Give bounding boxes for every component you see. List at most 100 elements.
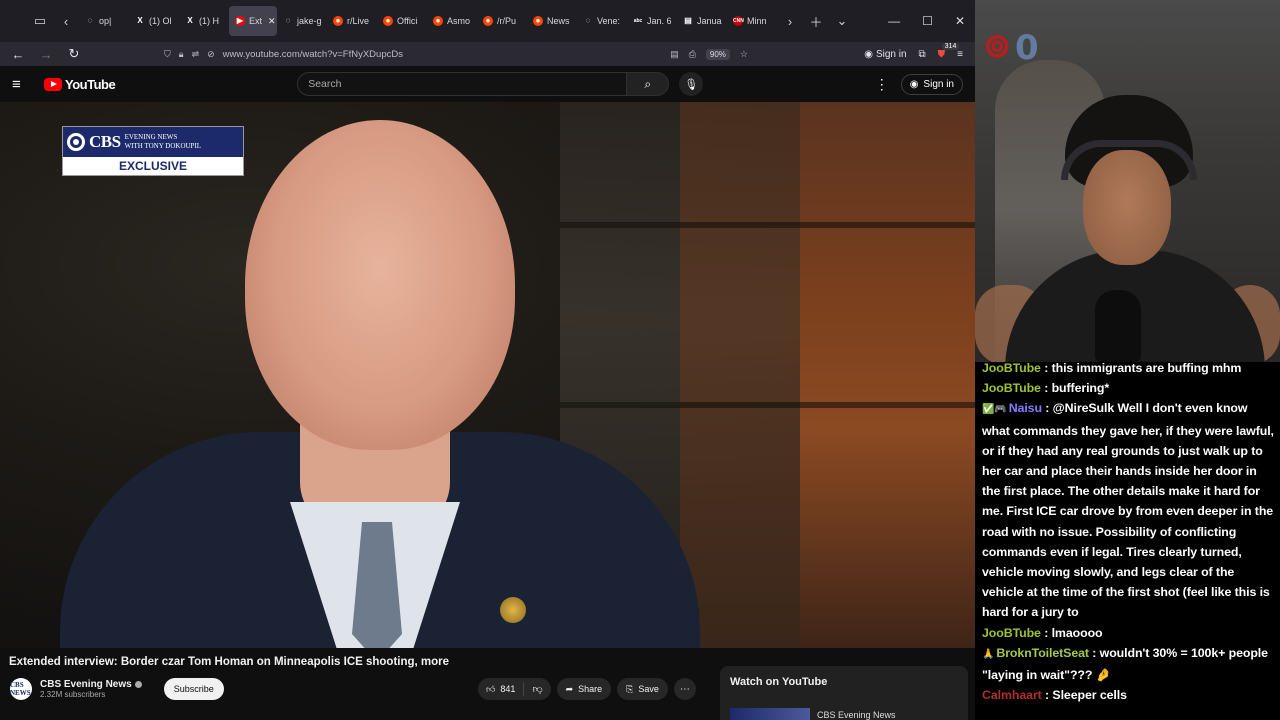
- browser-tab-label: (1) H: [199, 16, 219, 26]
- chat-username[interactable]: JooBTube: [982, 381, 1041, 395]
- permissions-icon[interactable]: ⇌: [192, 49, 200, 60]
- close-tab-icon[interactable]: ✕: [268, 16, 276, 27]
- browser-tab-label: jake-g: [297, 16, 322, 26]
- user-circle-icon: ◉: [909, 78, 919, 90]
- browser-tab[interactable]: ● Asmo: [427, 6, 477, 36]
- exclusive-tag: EXCLUSIVE: [118, 159, 187, 173]
- shelf-divider: [560, 402, 975, 408]
- browser-tab[interactable]: ◌ Vene:: [577, 6, 627, 36]
- lock-icon[interactable]: 🔒︎: [179, 49, 184, 60]
- chat-text: Sleeper cells: [1052, 688, 1127, 703]
- chat-text: lmaoooo: [1051, 625, 1103, 640]
- cnn-favicon-icon: CNN: [733, 16, 744, 26]
- minimize-icon[interactable]: —: [888, 14, 900, 28]
- doc-favicon-icon: ▤: [684, 16, 692, 25]
- dislike-button[interactable]: 👎︎: [524, 683, 550, 695]
- tab-list-chevron-icon[interactable]: ⌄: [829, 8, 855, 34]
- reader-view-icon[interactable]: ▤: [670, 49, 679, 60]
- close-window-icon[interactable]: ✕: [955, 14, 965, 28]
- lapel-pin: [500, 597, 526, 623]
- cbs-program-name: EVENING NEWS: [124, 133, 178, 141]
- screenshot-icon[interactable]: ⎙: [689, 49, 696, 60]
- url-text[interactable]: www.youtube.com/watch?v=FfNyXDupcDs: [223, 49, 403, 60]
- youtube-logo[interactable]: YouTube: [44, 76, 116, 92]
- related-thumbnail[interactable]: [730, 708, 810, 720]
- browser-tab[interactable]: ◌ op|: [79, 6, 129, 36]
- background-bookshelf: [800, 102, 975, 648]
- browser-tab[interactable]: ▤ Janua: [677, 6, 727, 36]
- video-info: Extended interview: Border czar Tom Homa…: [0, 648, 975, 720]
- microphone-icon: 🎙︎: [684, 78, 699, 91]
- search-button[interactable]: ⌕: [627, 72, 670, 96]
- save-button[interactable]: ⎘ Save: [617, 678, 668, 700]
- youtube-header: ≡ YouTube Search ⌕ 🎙︎ ⋮ ◉ Sign in: [0, 66, 975, 102]
- reload-icon[interactable]: ↻: [62, 43, 86, 65]
- new-tab-icon[interactable]: ＋: [803, 8, 829, 34]
- channel-row: CBS NEWS CBS Evening News 2.32M subscrib…: [10, 678, 224, 700]
- browser-tab[interactable]: abc Jan. 6: [627, 6, 677, 36]
- autoplay-blocked-icon[interactable]: ⊘: [207, 49, 215, 60]
- chat-message: JooBTube : lmaoooo: [982, 623, 1276, 643]
- maximize-icon[interactable]: ☐: [922, 14, 933, 28]
- channel-avatar[interactable]: CBS NEWS: [10, 678, 32, 700]
- more-actions-icon[interactable]: ⋯: [673, 678, 696, 700]
- menu-icon[interactable]: ≡: [957, 49, 963, 60]
- channel-name-row[interactable]: CBS Evening News: [40, 679, 142, 690]
- video-player[interactable]: CBS EVENING NEWS WITH TONY DOKOUPIL EXCL…: [0, 102, 975, 648]
- extensions-icon[interactable]: ⧉: [919, 49, 926, 60]
- voice-search-button[interactable]: 🎙︎: [679, 72, 704, 96]
- shield-icon[interactable]: ⛉: [164, 49, 171, 60]
- tab-strip: ◌ op| X (1) Ol X (1) H ▶ Ext ✕ ◌ jake-g ● r/Live ● Off…: [79, 6, 777, 36]
- chat-separator: :: [1041, 401, 1053, 416]
- generic-favicon-icon: ◌: [87, 16, 93, 25]
- url-bar[interactable]: ⛉ 🔒︎ ⇌ ⊘ www.youtube.com/watch?v=FfNyXDu…: [156, 44, 756, 64]
- zoom-level[interactable]: 90%: [705, 48, 730, 60]
- tab-scroll-left-icon[interactable]: ‹: [53, 8, 79, 34]
- chat-username[interactable]: JooBTube: [982, 626, 1041, 640]
- generic-favicon-icon: ◌: [285, 16, 291, 25]
- browser-tab-label: Minn: [747, 16, 767, 26]
- browser-tab[interactable]: ◌ jake-g: [277, 6, 327, 36]
- browser-tab[interactable]: X (1) H: [179, 6, 229, 36]
- ublock-count: 314: [941, 42, 960, 50]
- subscribe-button[interactable]: Subscribe: [163, 678, 224, 700]
- browser-tab[interactable]: ▶ Ext ✕: [229, 6, 277, 36]
- browser-tab[interactable]: ● r/Live: [327, 6, 377, 36]
- forward-icon[interactable]: →: [34, 43, 58, 65]
- channel-name[interactable]: CBS Evening News: [40, 679, 132, 690]
- like-button[interactable]: 👍︎ 841: [478, 682, 525, 696]
- account-signin[interactable]: ◉ Sign in: [864, 49, 906, 60]
- watch-on-youtube-label[interactable]: Watch on YouTube: [730, 676, 827, 688]
- settings-kebab-icon[interactable]: ⋮: [875, 76, 889, 93]
- tab-overview-icon[interactable]: ▭: [27, 8, 53, 34]
- chat-username[interactable]: BroknToiletSeat: [996, 646, 1089, 660]
- browser-tab-label: Offici: [397, 16, 418, 26]
- chat-username[interactable]: Calmhaart: [982, 688, 1042, 702]
- background-bookshelf: [680, 102, 800, 648]
- bookmark-star-icon[interactable]: ☆: [740, 49, 748, 60]
- browser-tab[interactable]: ● Offici: [377, 6, 427, 36]
- browser-tab-label: Asmo: [447, 16, 471, 26]
- browser-tab-label: r/Live: [347, 16, 370, 26]
- tab-scroll-right-icon[interactable]: ›: [777, 8, 803, 34]
- chat-message: 🙏 BroknToiletSeat : wouldn't 30% = 100k+ …: [982, 643, 1276, 685]
- chat-separator: :: [1088, 645, 1100, 660]
- browser-tab[interactable]: ● News: [527, 6, 577, 36]
- search-input[interactable]: Search: [297, 72, 628, 96]
- back-icon[interactable]: ←: [6, 43, 30, 65]
- youtube-wordmark: YouTube: [65, 76, 116, 92]
- streamer-webcam: ⊚ 0: [975, 0, 1280, 362]
- youtube-signin-button[interactable]: ◉ Sign in: [900, 73, 963, 95]
- watch-on-youtube-panel[interactable]: Watch on YouTube CBS Evening News: [720, 666, 968, 720]
- chat-text: buffering*: [1051, 381, 1110, 396]
- chat-username[interactable]: Naisu: [1009, 401, 1042, 415]
- browser-tab[interactable]: ● /r/Pu: [477, 6, 527, 36]
- browser-tab-label: op|: [99, 16, 112, 26]
- ublock-icon[interactable]: ⛊ 314: [938, 42, 960, 60]
- browser-tab[interactable]: X (1) Ol: [129, 6, 179, 36]
- generic-favicon-icon: ◌: [585, 16, 591, 25]
- chat-username[interactable]: JooBTube: [982, 362, 1041, 375]
- share-button[interactable]: ➦ Share: [556, 678, 612, 700]
- guide-menu-icon[interactable]: ≡: [12, 76, 32, 93]
- browser-tab[interactable]: CNN Minn: [727, 6, 777, 36]
